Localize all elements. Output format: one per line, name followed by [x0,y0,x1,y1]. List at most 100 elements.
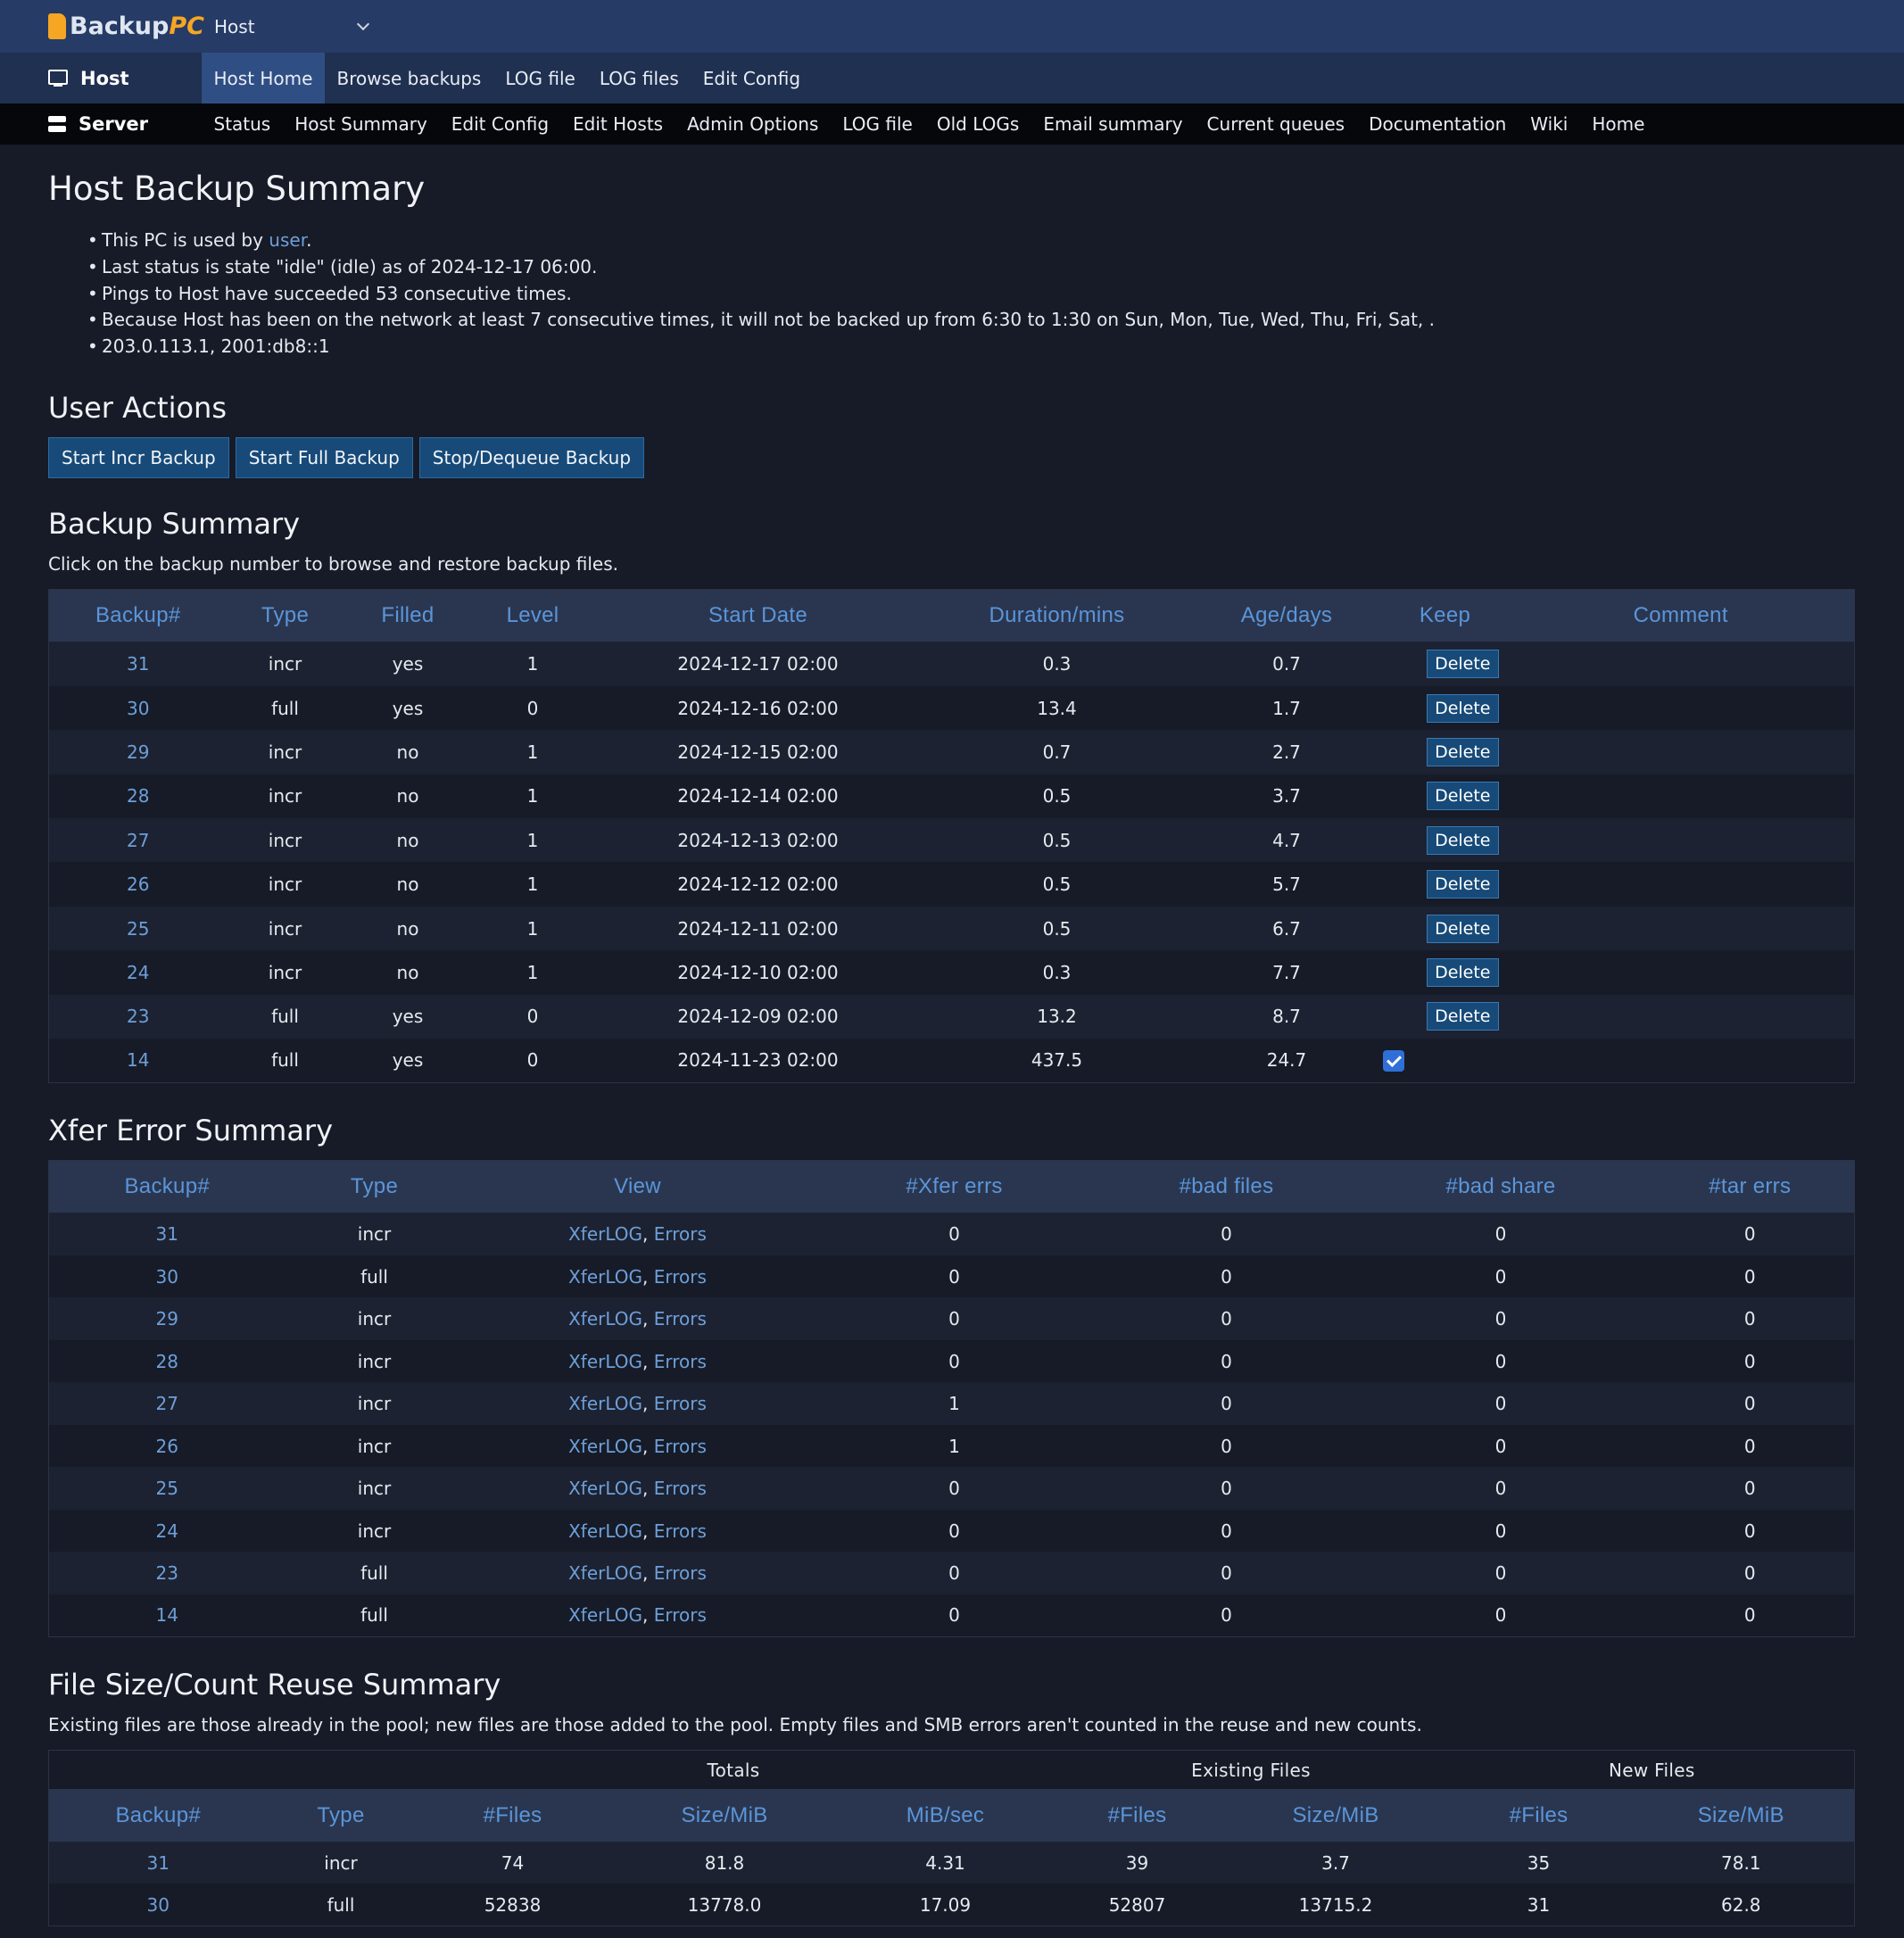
column-header[interactable]: View [463,1160,812,1213]
errors-link[interactable]: Errors [654,1308,707,1329]
backup-number-link[interactable]: 25 [156,1478,178,1499]
xferlog-link[interactable]: XferLOG [568,1223,642,1245]
column-header[interactable]: Duration/mins [923,589,1191,642]
xferlog-link[interactable]: XferLOG [568,1604,642,1626]
column-header[interactable]: Type [227,589,344,642]
backup-number-link[interactable]: 31 [147,1852,170,1874]
keep-checkbox[interactable] [1382,1050,1404,1073]
backup-number-link[interactable]: 28 [156,1351,178,1372]
backup-number-link[interactable]: 14 [156,1604,178,1626]
column-header[interactable]: #Files [1052,1789,1222,1843]
delete-button[interactable]: Delete [1427,737,1499,766]
backup-number-link[interactable]: 14 [127,1049,149,1071]
backup-number-link[interactable]: 30 [147,1894,170,1916]
errors-link[interactable]: Errors [654,1351,707,1372]
delete-button[interactable]: Delete [1427,693,1499,723]
backup-number-link[interactable]: 29 [127,741,149,763]
delete-button[interactable]: Delete [1427,1002,1499,1031]
column-header[interactable]: MiB/sec [838,1789,1053,1843]
column-header[interactable]: #Files [1449,1789,1628,1843]
server-nav-item-old-logs[interactable]: Old LOGs [924,104,1031,145]
backup-number-link[interactable]: 29 [156,1308,178,1329]
host-nav-item-host-home[interactable]: Host Home [202,53,325,104]
column-header[interactable]: Start Date [592,589,923,642]
errors-link[interactable]: Errors [654,1266,707,1288]
stop-dequeue-backup-button[interactable]: Stop/Dequeue Backup [418,436,645,478]
backup-number-link[interactable]: 30 [127,698,149,719]
column-header[interactable]: Level [472,589,593,642]
backup-number-link[interactable]: 31 [156,1223,178,1245]
column-header[interactable]: #bad files [1097,1160,1356,1213]
errors-link[interactable]: Errors [654,1436,707,1457]
server-nav-item-documentation[interactable]: Documentation [1357,104,1519,145]
errors-link[interactable]: Errors [654,1562,707,1584]
column-header[interactable]: Keep [1382,589,1508,642]
column-header[interactable]: #Xfer errs [811,1160,1097,1213]
backup-number-link[interactable]: 27 [156,1393,178,1414]
xferlog-link[interactable]: XferLOG [568,1393,642,1414]
server-nav-item-log-file[interactable]: LOG file [831,104,925,145]
backup-number-link[interactable]: 28 [127,785,149,807]
column-header[interactable]: Backup# [48,1789,268,1843]
column-header[interactable]: Comment [1507,589,1855,642]
errors-link[interactable]: Errors [654,1520,707,1542]
column-header[interactable]: Filled [343,589,473,642]
delete-button[interactable]: Delete [1427,825,1499,855]
server-nav-item-edit-config[interactable]: Edit Config [439,104,560,145]
xferlog-link[interactable]: XferLOG [568,1562,642,1584]
errors-link[interactable]: Errors [654,1393,707,1414]
xferlog-link[interactable]: XferLOG [568,1308,642,1329]
backup-number-link[interactable]: 24 [156,1520,178,1542]
server-nav-item-home[interactable]: Home [1580,104,1657,145]
backup-number-link[interactable]: 26 [156,1436,178,1457]
user-link[interactable]: user [269,229,306,251]
xferlog-link[interactable]: XferLOG [568,1266,642,1288]
column-header[interactable]: Size/MiB [1221,1789,1450,1843]
column-header[interactable]: Backup# [48,589,228,642]
backup-number-link[interactable]: 25 [127,918,149,940]
server-nav-item-status[interactable]: Status [202,104,283,145]
server-nav-item-email-summary[interactable]: Email summary [1031,104,1195,145]
delete-button[interactable]: Delete [1427,914,1499,943]
server-nav-item-host-summary[interactable]: Host Summary [283,104,440,145]
delete-button[interactable]: Delete [1427,957,1499,987]
start-full-backup-button[interactable]: Start Full Backup [235,436,413,478]
column-header[interactable]: #Files [414,1789,611,1843]
backup-number-link[interactable]: 24 [127,962,149,983]
xferlog-link[interactable]: XferLOG [568,1436,642,1457]
server-nav-item-current-queues[interactable]: Current queues [1195,104,1357,145]
errors-link[interactable]: Errors [654,1223,707,1245]
column-header[interactable]: #bad share [1355,1160,1646,1213]
delete-button[interactable]: Delete [1427,870,1499,899]
backup-number-link[interactable]: 30 [156,1266,178,1288]
column-header[interactable]: Type [285,1160,464,1213]
backup-number-link[interactable]: 26 [127,874,149,895]
column-header[interactable]: Age/days [1190,589,1383,642]
backup-number-link[interactable]: 23 [127,1006,149,1027]
backup-number-link[interactable]: 23 [156,1562,178,1584]
xferlog-link[interactable]: XferLOG [568,1351,642,1372]
server-nav-item-admin-options[interactable]: Admin Options [675,104,831,145]
server-nav-item-edit-hosts[interactable]: Edit Hosts [561,104,675,145]
xferlog-link[interactable]: XferLOG [568,1520,642,1542]
host-nav-item-log-file[interactable]: LOG file [493,53,588,104]
server-nav-item-wiki[interactable]: Wiki [1519,104,1580,145]
column-header[interactable]: Type [267,1789,415,1843]
host-nav-item-browse-backups[interactable]: Browse backups [325,53,493,104]
column-header[interactable]: Backup# [48,1160,286,1213]
delete-button[interactable]: Delete [1427,650,1499,679]
host-nav-item-edit-config[interactable]: Edit Config [691,53,812,104]
errors-link[interactable]: Errors [654,1604,707,1626]
backuppc-logo[interactable]: Backup PC [48,12,204,40]
backup-number-link[interactable]: 27 [127,830,149,851]
column-header[interactable]: Size/MiB [610,1789,839,1843]
start-incr-backup-button[interactable]: Start Incr Backup [48,436,229,478]
column-header[interactable]: Size/MiB [1627,1789,1855,1843]
column-header[interactable]: #tar errs [1645,1160,1855,1213]
delete-button[interactable]: Delete [1427,782,1499,811]
backup-number-link[interactable]: 31 [127,653,149,675]
xferlog-link[interactable]: XferLOG [568,1478,642,1499]
host-select[interactable]: Host [214,12,375,42]
errors-link[interactable]: Errors [654,1478,707,1499]
host-nav-item-log-files[interactable]: LOG files [587,53,691,104]
